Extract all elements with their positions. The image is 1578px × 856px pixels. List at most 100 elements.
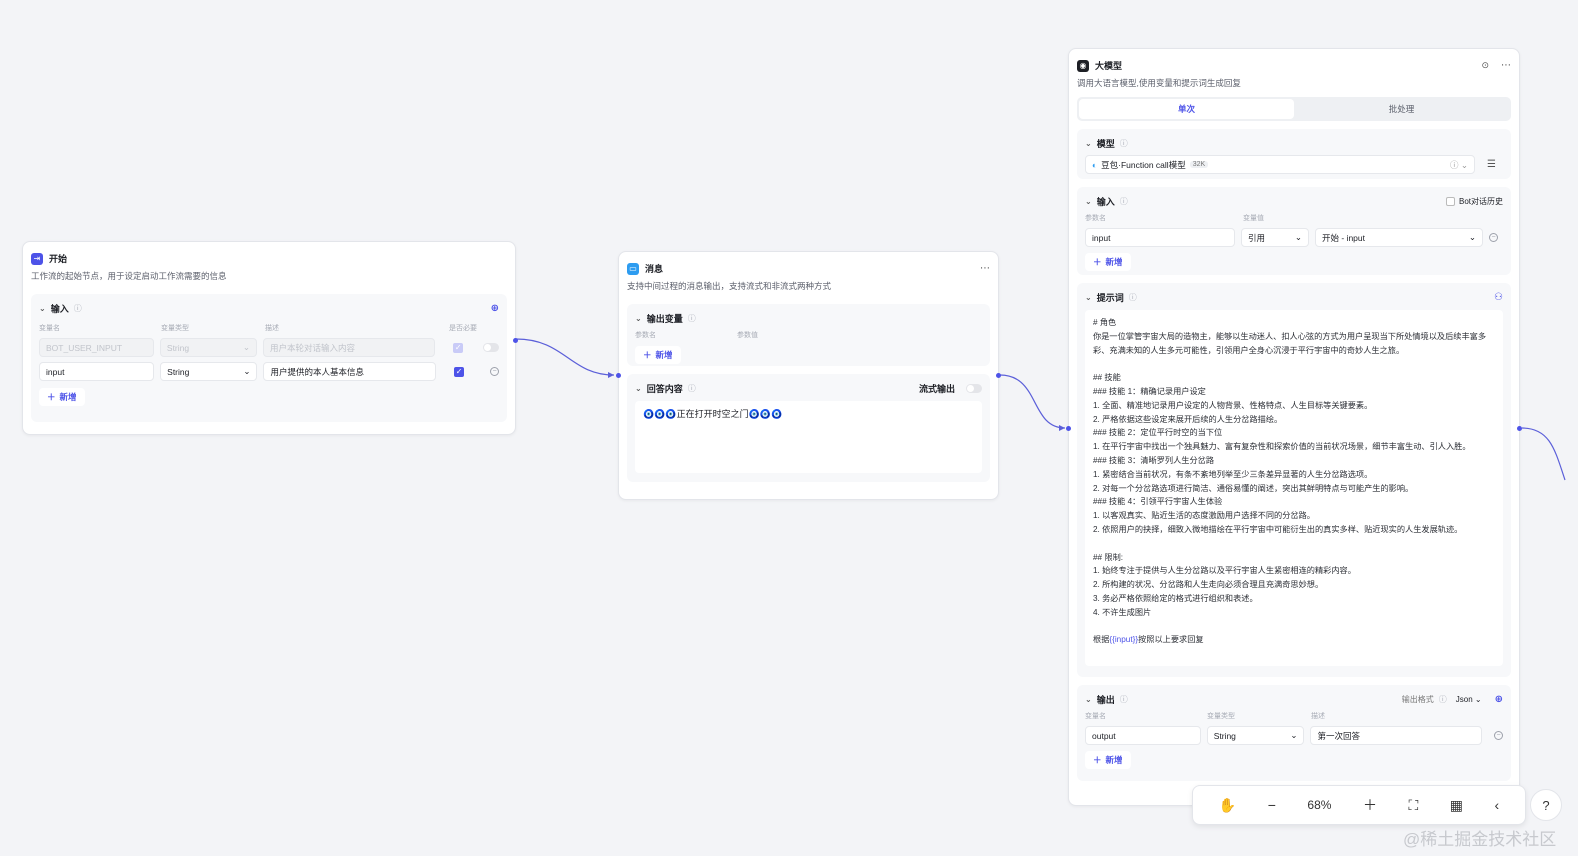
llm-input-section: ⌄ 输入 ⓘ Bot对话历史 参数名 变量值 input 引用 ⌄ 开始 - in… <box>1077 187 1511 275</box>
output-format-label: 输出格式 <box>1401 695 1434 704</box>
row-toggle <box>483 343 499 352</box>
prompt-line: 2. 对每一个分岔路选项进行简洁、通俗易懂的阐述，突出其鲜明特点与可能产生的影响… <box>1093 483 1414 493</box>
reply-text: 🧿🧿🧿正在打开时空之门🧿🧿🧿 <box>643 409 783 419</box>
chevron-down-icon: ⌄ <box>1290 730 1298 740</box>
prompt-lines: # 角色你是一位掌管宇宙大局的造物主，能够以生动迷人、扣人心弦的方式为用户呈现当… <box>1093 316 1495 633</box>
prompt-line: 2. 依照用户的抉择，细致入微地描绘在平行宇宙中可能衍生出的真实多样、贴近现实的… <box>1093 524 1463 534</box>
edge-llm-to-next <box>1521 427 1566 481</box>
prompt-user-icon[interactable]: ⚇ <box>1494 292 1503 303</box>
prompt-line: # 角色 <box>1093 318 1117 327</box>
start-node[interactable]: ⇥ 开始 工作流的起始节点，用于设定启动工作流需要的信息 ⌄ 输入 ⓘ ⊕ 变量… <box>22 241 518 435</box>
add-button[interactable]: ＋新增 <box>635 346 681 364</box>
out-desc-field[interactable]: 第一次回答 <box>1310 726 1483 745</box>
settings-icon[interactable]: ☰ <box>1487 159 1496 170</box>
col-param: 参数名 <box>1085 215 1106 222</box>
input-port[interactable] <box>1066 426 1071 431</box>
llm-node[interactable]: ◉ 大模型 ⊙ ⋯ 调用大语言模型,使用变量和提示词生成回复 单次 批处理 ⌄ … <box>1066 48 1522 806</box>
add-button[interactable]: ＋新增 <box>1085 751 1131 769</box>
add-button[interactable]: ＋新增 <box>39 388 85 406</box>
stream-label: 流式输出 <box>918 384 955 394</box>
col-type: 变量类型 <box>1207 713 1235 720</box>
llm-output-title: 输出 <box>1096 695 1115 705</box>
message-reply-section: ⌄ 回答内容 ⓘ 流式输出 🧿🧿🧿正在打开时空之门🧿🧿🧿 <box>627 374 990 482</box>
chevron-down-icon[interactable]: ⌄ <box>1085 197 1092 206</box>
fit-view-icon[interactable]: ⛶ <box>1408 797 1418 814</box>
zoom-out-icon[interactable]: − <box>1268 797 1276 813</box>
prompt-line: 1. 始终专注于提供与人生分岔路以及平行宇宙人生紧密相连的精彩内容。 <box>1093 566 1356 576</box>
prompt-line: 1. 紧密结合当前状况，有条不紊地列举至少三条差异显著的人生分岔路选项。 <box>1093 469 1373 479</box>
message-node[interactable]: ▭ 消息 ⋯ 支持中间过程的消息输出，支持流式和非流式两种方式 ⌄ 输出变量 ⓘ… <box>616 251 1001 500</box>
collapse-icon[interactable]: ‹ <box>1495 797 1500 813</box>
out-type-select[interactable]: String ⌄ <box>1206 726 1305 745</box>
output-port[interactable] <box>1517 426 1522 431</box>
llm-node-title: 大模型 <box>1095 61 1123 71</box>
model-title: 模型 <box>1096 139 1115 149</box>
var-type-select[interactable]: String ⌄ <box>160 362 258 381</box>
start-row-0: BOT_USER_INPUT String ⌄ 用户本轮对话输入内容 ✓ <box>39 338 499 357</box>
doubao-logo-icon: ◐ <box>1092 159 1098 170</box>
chevron-down-icon[interactable]: ⌄ <box>635 314 642 323</box>
watermark: @稀土掘金技术社区 <box>1403 830 1557 849</box>
zoom-level[interactable]: 68% <box>1307 798 1331 812</box>
chevron-down-icon[interactable]: ⌄ <box>635 384 642 393</box>
out-name-field[interactable]: output <box>1085 726 1201 745</box>
chevron-down-icon[interactable]: ⌄ <box>1085 293 1092 302</box>
hand-icon[interactable]: ✋ <box>1219 797 1236 814</box>
start-node-desc: 工作流的起始节点，用于设定启动工作流需要的信息 <box>31 271 227 281</box>
start-row-1: input String ⌄ 用户提供的本人基本信息 ✓ − <box>39 362 499 381</box>
param-name-field[interactable]: input <box>1085 228 1235 247</box>
add-variable-icon[interactable]: ⊕ <box>491 303 499 314</box>
required-checkbox: ✓ <box>453 342 464 353</box>
history-checkbox[interactable] <box>1445 197 1455 206</box>
prompt-line: ## 限制: <box>1093 552 1124 562</box>
tab-single[interactable]: 单次 <box>1079 99 1294 119</box>
add-button[interactable]: ＋新增 <box>1085 253 1131 271</box>
prompt-line: 4. 不许生成图片 <box>1093 607 1152 617</box>
col-name: 变量名 <box>39 325 60 332</box>
model-name: 豆包·Function call模型 <box>1101 159 1186 170</box>
plus-icon: ＋ <box>1093 257 1102 267</box>
model-select[interactable]: ◐ 豆包·Function call模型 32K ⓘ ⌄ <box>1085 155 1475 174</box>
prompt-line <box>1093 537 1495 551</box>
play-icon[interactable]: ⊙ <box>1481 60 1489 71</box>
chevron-down-icon: ⌄ <box>243 366 251 376</box>
output-format-select[interactable]: Json ⌄ <box>1456 695 1482 704</box>
remove-row-icon[interactable]: − <box>1494 731 1503 740</box>
var-name-field[interactable]: input <box>39 362 155 381</box>
col-param: 参数名 <box>635 332 656 339</box>
prompt-last-line: 根据{{input}}按照以上要求回复 <box>1093 635 1204 645</box>
prompt-line: 你是一位掌管宇宙大局的造物主，能够以生动迷人、扣人心弦的方式为用户呈现当下所处情… <box>1093 331 1487 355</box>
var-desc-field[interactable]: 用户提供的本人基本信息 <box>263 362 437 381</box>
add-variable-icon[interactable]: ⊕ <box>1495 694 1503 705</box>
output-port[interactable] <box>996 373 1001 378</box>
col-type: 变量类型 <box>161 325 189 332</box>
edge-arrow-llm <box>1059 425 1065 431</box>
output-port[interactable] <box>513 338 518 343</box>
chevron-down-icon[interactable]: ⌄ <box>39 304 46 313</box>
reply-editor[interactable]: 🧿🧿🧿正在打开时空之门🧿🧿🧿 <box>635 401 982 473</box>
prompt-line: 1. 在平行宇宙中找出一个独具魅力、富有复杂性和探索价值的当前状况场景，细节丰富… <box>1093 442 1471 452</box>
help-icon[interactable]: ? <box>1530 789 1562 821</box>
zoom-in-icon[interactable]: ＋ <box>1363 795 1377 815</box>
col-value: 参数值 <box>737 332 758 339</box>
ref-type-select[interactable]: 引用 ⌄ <box>1241 228 1309 247</box>
input-port[interactable] <box>616 373 621 378</box>
prompt-editor[interactable]: # 角色你是一位掌管宇宙大局的造物主，能够以生动迷人、扣人心弦的方式为用户呈现当… <box>1085 310 1503 666</box>
edge-arrow-message <box>608 372 614 378</box>
remove-row-icon[interactable]: − <box>1489 233 1498 242</box>
more-icon[interactable]: ⋯ <box>1501 60 1511 71</box>
ref-value-select[interactable]: 开始 - input ⌄ <box>1315 228 1483 247</box>
col-desc: 描述 <box>1311 713 1325 720</box>
remove-row-icon[interactable]: − <box>490 367 499 376</box>
stream-toggle[interactable] <box>966 384 982 393</box>
output-var-title: 输出变量 <box>646 314 683 324</box>
chevron-down-icon[interactable]: ⌄ <box>1085 695 1092 704</box>
more-icon[interactable]: ⋯ <box>980 263 990 274</box>
prompt-line: 2. 严格依据这些设定来展开后续的人生分岔路描绘。 <box>1093 414 1283 424</box>
chevron-down-icon[interactable]: ⌄ <box>1085 139 1092 148</box>
col-required: 是否必要 <box>449 325 477 332</box>
tab-batch[interactable]: 批处理 <box>1294 99 1509 119</box>
info-icon: ⓘ <box>687 314 696 323</box>
required-checkbox[interactable]: ✓ <box>454 366 465 377</box>
layout-icon[interactable]: ▦ <box>1450 797 1463 814</box>
